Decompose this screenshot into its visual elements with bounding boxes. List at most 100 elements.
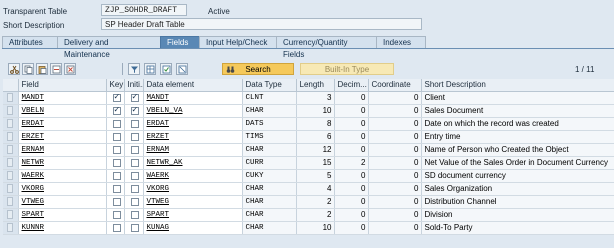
cell-key[interactable] [106, 91, 125, 105]
table-row[interactable]: VTWEG VTWEG CHAR 2 0 0 Distribution Channel [3, 195, 614, 209]
col-header-data-type[interactable]: Data Type [242, 79, 297, 92]
row-selector[interactable] [3, 221, 19, 235]
cell-field[interactable]: ERDAT [18, 117, 107, 131]
cell-field[interactable]: KUNNR [18, 221, 107, 235]
row-selector[interactable] [3, 182, 19, 196]
initial-checkbox[interactable] [130, 171, 139, 180]
cell-initial[interactable] [124, 195, 144, 209]
table-row[interactable]: WAERK WAERK CUKY 5 0 0 SD document currency [3, 169, 614, 183]
key-checkbox[interactable] [112, 105, 121, 115]
col-header-field[interactable]: Field [18, 79, 107, 92]
key-checkbox[interactable] [112, 223, 121, 232]
cell-key[interactable] [106, 143, 125, 157]
initial-checkbox[interactable] [130, 210, 139, 219]
select-all-button[interactable] [160, 63, 172, 75]
cell-field[interactable]: SPART [18, 208, 107, 222]
header-selector[interactable] [3, 79, 19, 92]
search-button[interactable]: Search [222, 63, 294, 75]
cell-key[interactable] [106, 130, 125, 144]
cell-data-element[interactable]: VBELN_VA [143, 104, 243, 118]
cell-initial[interactable] [124, 117, 144, 131]
row-selector[interactable] [3, 169, 19, 183]
delete-row-button[interactable] [64, 63, 76, 75]
table-row[interactable]: VBELN VBELN_VA CHAR 10 0 0 Sales Document [3, 104, 614, 118]
initial-checkbox[interactable] [130, 105, 139, 115]
cell-key[interactable] [106, 182, 125, 196]
key-checkbox[interactable] [112, 171, 121, 180]
initial-checkbox[interactable] [130, 158, 139, 167]
table-row[interactable]: SPART SPART CHAR 2 0 0 Division [3, 208, 614, 222]
cell-data-element[interactable]: VKORG [143, 182, 243, 196]
col-header-key[interactable]: Key [106, 79, 125, 92]
row-selector-handle[interactable] [7, 145, 14, 154]
insert-row-button[interactable] [50, 63, 62, 75]
col-header-data-element[interactable]: Data element [143, 79, 243, 92]
cell-initial[interactable] [124, 130, 144, 144]
cell-field[interactable]: VTWEG [18, 195, 107, 209]
key-checkbox[interactable] [112, 184, 121, 193]
cell-data-element[interactable]: NETWR_AK [143, 156, 243, 170]
key-checkbox[interactable] [112, 119, 121, 128]
cell-initial[interactable] [124, 104, 144, 118]
copy-button[interactable] [22, 63, 34, 75]
row-selector[interactable] [3, 208, 19, 222]
cell-key[interactable] [106, 221, 125, 235]
cell-field[interactable]: ERNAM [18, 143, 107, 157]
cell-key[interactable] [106, 104, 125, 118]
cell-field[interactable]: VKORG [18, 182, 107, 196]
deselect-all-button[interactable] [176, 63, 188, 75]
cell-data-element[interactable]: MANDT [143, 91, 243, 105]
builtin-type-button[interactable]: Built-In Type [300, 63, 394, 75]
row-selector-handle[interactable] [7, 158, 14, 167]
paste-button[interactable] [36, 63, 48, 75]
cell-key[interactable] [106, 156, 125, 170]
cell-field[interactable]: NETWR [18, 156, 107, 170]
row-selector[interactable] [3, 143, 19, 157]
table-row[interactable]: MANDT MANDT CLNT 3 0 0 Client [3, 91, 614, 105]
initial-checkbox[interactable] [130, 132, 139, 141]
cell-data-element[interactable]: VTWEG [143, 195, 243, 209]
table-row[interactable]: NETWR NETWR_AK CURR 15 2 0 Net Value of the Sa… [3, 156, 614, 170]
cell-field[interactable]: MANDT [18, 91, 107, 105]
cell-initial[interactable] [124, 143, 144, 157]
filter-button[interactable] [128, 63, 140, 75]
initial-checkbox[interactable] [130, 145, 139, 154]
cell-field[interactable]: WAERK [18, 169, 107, 183]
table-row[interactable]: KUNNR KUNAG CHAR 10 0 0 Sold-To Party [3, 221, 614, 235]
initial-checkbox[interactable] [130, 223, 139, 232]
cell-initial[interactable] [124, 182, 144, 196]
row-selector[interactable] [3, 130, 19, 144]
row-selector[interactable] [3, 156, 19, 170]
initial-checkbox[interactable] [130, 92, 139, 102]
row-selector-handle[interactable] [7, 223, 14, 232]
cell-key[interactable] [106, 208, 125, 222]
initial-checkbox[interactable] [130, 184, 139, 193]
row-selector-handle[interactable] [7, 171, 14, 180]
cell-field[interactable]: VBELN [18, 104, 107, 118]
row-selector[interactable] [3, 91, 19, 105]
cut-button[interactable] [8, 63, 20, 75]
table-view-button[interactable] [144, 63, 156, 75]
cell-data-element[interactable]: SPART [143, 208, 243, 222]
col-header-decimals[interactable]: Decim... [334, 79, 369, 92]
cell-data-element[interactable]: ERZET [143, 130, 243, 144]
cell-initial[interactable] [124, 208, 144, 222]
cell-initial[interactable] [124, 169, 144, 183]
cell-key[interactable] [106, 169, 125, 183]
key-checkbox[interactable] [112, 132, 121, 141]
cell-data-element[interactable]: KUNAG [143, 221, 243, 235]
cell-data-element[interactable]: ERNAM [143, 143, 243, 157]
cell-key[interactable] [106, 117, 125, 131]
row-selector[interactable] [3, 117, 19, 131]
cell-initial[interactable] [124, 91, 144, 105]
row-selector[interactable] [3, 104, 19, 118]
row-selector-handle[interactable] [7, 197, 14, 206]
cell-field[interactable]: ERZET [18, 130, 107, 144]
row-selector-handle[interactable] [7, 184, 14, 193]
col-header-length[interactable]: Length [296, 79, 335, 92]
initial-checkbox[interactable] [130, 119, 139, 128]
key-checkbox[interactable] [112, 145, 121, 154]
table-row[interactable]: ERNAM ERNAM CHAR 12 0 0 Name of Person who Cre… [3, 143, 614, 157]
col-header-short-description[interactable]: Short Description [421, 79, 614, 92]
key-checkbox[interactable] [112, 158, 121, 167]
